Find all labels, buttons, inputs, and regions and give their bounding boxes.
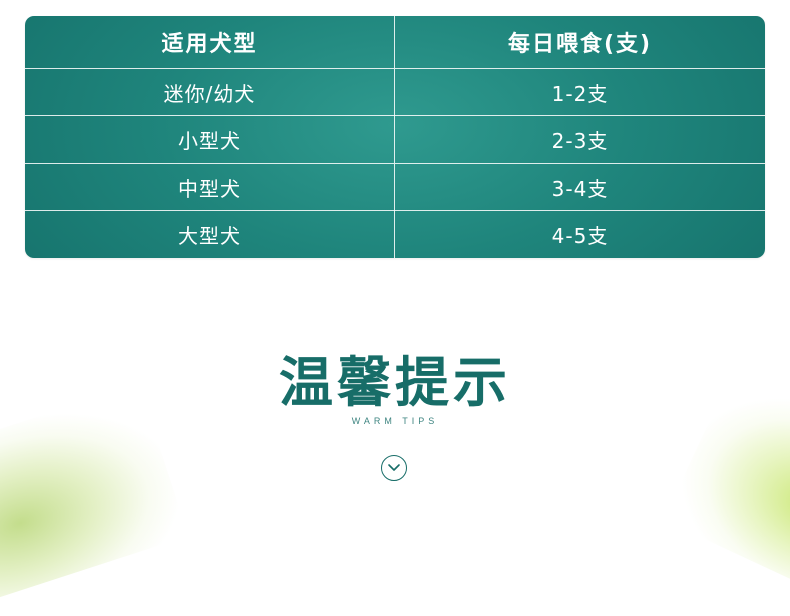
dog-type-cell: 中型犬 (25, 164, 395, 211)
table-row: 迷你/幼犬 1-2支 (25, 68, 765, 116)
table-row: 中型犬 3-4支 (25, 163, 765, 211)
table-row: 大型犬 4-5支 (25, 210, 765, 258)
feeding-amount-cell: 2-3支 (551, 129, 609, 153)
dog-type-cell: 大型犬 (25, 211, 395, 258)
feeding-table: 适用犬型 每日喂食(支) 迷你/幼犬 1-2支 小型犬 2-3支 中型犬 3-4… (25, 16, 765, 258)
tips-subtitle: WARM TIPS (351, 416, 439, 426)
feeding-amount-cell: 1-2支 (551, 82, 609, 106)
dog-type-cell: 迷你/幼犬 (25, 69, 395, 116)
header-daily-feeding: 每日喂食(支) (507, 32, 653, 57)
feeding-amount-cell: 4-5支 (551, 224, 609, 248)
chevron-down-icon (388, 464, 400, 471)
scroll-down-button[interactable] (381, 455, 407, 481)
tips-title: 温馨提示 (279, 351, 511, 414)
table-header-row: 适用犬型 每日喂食(支) (25, 16, 765, 68)
dog-type-cell: 小型犬 (25, 116, 395, 163)
table-row: 小型犬 2-3支 (25, 115, 765, 163)
feeding-amount-cell: 3-4支 (551, 177, 609, 201)
header-dog-type: 适用犬型 (25, 16, 395, 68)
